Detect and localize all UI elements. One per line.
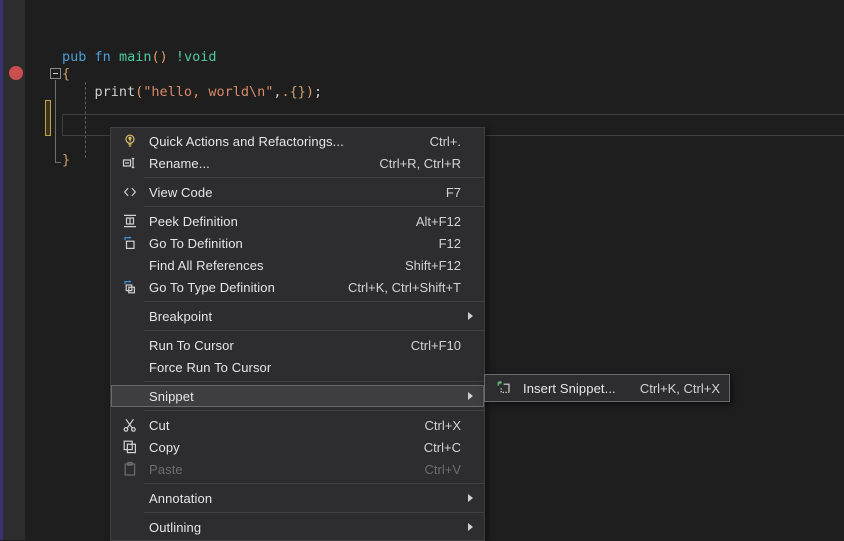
menu-item-insert-snippet[interactable]: Insert Snippet...Ctrl+K, Ctrl+X: [485, 377, 729, 399]
menu-separator: [144, 381, 484, 382]
menu-item-shortcut: Shift+F12: [405, 258, 483, 273]
menu-item-shortcut: Ctrl+K, Ctrl+Shift+T: [348, 280, 483, 295]
code-line-5: }: [62, 152, 70, 169]
copy-icon: [114, 439, 146, 455]
menu-item-shortcut: Ctrl+.: [430, 134, 483, 149]
menu-item-label: Go To Definition: [146, 236, 439, 251]
menu-separator: [144, 410, 484, 411]
menu-item-label: Run To Cursor: [146, 338, 411, 353]
menu-item-label: Breakpoint: [146, 309, 461, 324]
vs-editor-window: pub fn main() !void { print("hello, worl…: [0, 0, 844, 540]
menu-item-shortcut: F12: [439, 236, 483, 251]
menu-item-shortcut: Ctrl+R, Ctrl+R: [379, 156, 483, 171]
token-anon-struct: .{}: [281, 84, 305, 100]
menu-item-rename[interactable]: Rename...Ctrl+R, Ctrl+R: [111, 152, 484, 174]
menu-separator: [144, 483, 484, 484]
menu-item-force-run-to-cursor[interactable]: Force Run To Cursor: [111, 356, 484, 378]
token-keyword-pub: pub: [62, 49, 86, 65]
submenu-chevron-right-icon: [468, 523, 473, 531]
token-keyword-fn: fn: [95, 49, 111, 65]
menu-item-label: Go To Type Definition: [146, 280, 348, 295]
snippet-submenu[interactable]: Insert Snippet...Ctrl+K, Ctrl+X: [484, 374, 730, 402]
menu-item-shortcut: Ctrl+C: [424, 440, 483, 455]
menu-item-label: Rename...: [146, 156, 379, 171]
menu-item-shortcut: F7: [446, 185, 483, 200]
menu-item-label: Cut: [146, 418, 425, 433]
menu-item-paste: PasteCtrl+V: [111, 458, 484, 480]
menu-item-shortcut: Ctrl+K, Ctrl+X: [640, 381, 728, 396]
token-print-call: print: [95, 84, 136, 100]
menu-item-shortcut: Ctrl+V: [425, 462, 483, 477]
menu-item-label: Quick Actions and Refactorings...: [146, 134, 430, 149]
scissors-icon: [114, 417, 146, 433]
token-string-literal: "hello, world\n": [143, 84, 273, 100]
submenu-chevron-right-icon: [468, 312, 473, 320]
code-line-1: pub fn main() !void: [62, 49, 217, 66]
menu-item-find-all-references[interactable]: Find All ReferencesShift+F12: [111, 254, 484, 276]
go-to-definition-icon: [114, 235, 146, 251]
code-brackets-icon: [114, 184, 146, 200]
peek-definition-icon: [114, 213, 146, 229]
menu-separator: [144, 301, 484, 302]
menu-item-label: Paste: [146, 462, 425, 477]
menu-item-shortcut: Ctrl+F10: [411, 338, 483, 353]
code-line-3: print("hello, world\n",.{});: [62, 84, 322, 101]
context-menu[interactable]: Quick Actions and Refactorings...Ctrl+.R…: [110, 127, 485, 541]
menu-item-go-to-type-definition[interactable]: Go To Type DefinitionCtrl+K, Ctrl+Shift+…: [111, 276, 484, 298]
menu-item-breakpoint[interactable]: Breakpoint: [111, 305, 484, 327]
menu-item-annotation[interactable]: Annotation: [111, 487, 484, 509]
menu-separator: [144, 206, 484, 207]
token-parens: (): [151, 49, 167, 65]
code-line-2: {: [62, 66, 70, 83]
insert-snippet-icon: [488, 380, 520, 396]
menu-item-view-code[interactable]: View CodeF7: [111, 181, 484, 203]
menu-separator: [144, 512, 484, 513]
go-to-type-definition-icon: [114, 279, 146, 295]
lightbulb-icon: [114, 133, 146, 149]
menu-item-copy[interactable]: CopyCtrl+C: [111, 436, 484, 458]
menu-item-label: View Code: [146, 185, 446, 200]
menu-item-label: Force Run To Cursor: [146, 360, 461, 375]
menu-item-label: Copy: [146, 440, 424, 455]
token-close-paren: ): [306, 84, 314, 100]
menu-item-label: Annotation: [146, 491, 461, 506]
token-return-type: !void: [176, 49, 217, 65]
menu-item-outlining[interactable]: Outlining: [111, 516, 484, 538]
token-open-brace: {: [62, 66, 70, 82]
menu-item-label: Find All References: [146, 258, 405, 273]
paste-icon: [114, 461, 146, 477]
menu-separator: [144, 330, 484, 331]
menu-item-shortcut: Ctrl+X: [425, 418, 483, 433]
menu-item-label: Outlining: [146, 520, 461, 535]
token-close-brace: }: [62, 152, 70, 168]
menu-item-snippet[interactable]: Snippet: [111, 385, 484, 407]
menu-item-label: Insert Snippet...: [520, 381, 640, 396]
token-semicolon: ;: [314, 84, 322, 100]
menu-item-cut[interactable]: CutCtrl+X: [111, 414, 484, 436]
menu-item-label: Snippet: [146, 389, 461, 404]
token-function-name: main: [119, 49, 152, 65]
menu-item-run-to-cursor[interactable]: Run To CursorCtrl+F10: [111, 334, 484, 356]
menu-item-shortcut: Alt+F12: [416, 214, 483, 229]
menu-item-peek-definition[interactable]: Peek DefinitionAlt+F12: [111, 210, 484, 232]
submenu-chevron-right-icon: [468, 392, 473, 400]
menu-item-label: Peek Definition: [146, 214, 416, 229]
menu-item-quick-actions-and-refactorings[interactable]: Quick Actions and Refactorings...Ctrl+.: [111, 130, 484, 152]
rename-icon: [114, 155, 146, 171]
menu-separator: [144, 177, 484, 178]
submenu-chevron-right-icon: [468, 494, 473, 502]
menu-item-go-to-definition[interactable]: Go To DefinitionF12: [111, 232, 484, 254]
